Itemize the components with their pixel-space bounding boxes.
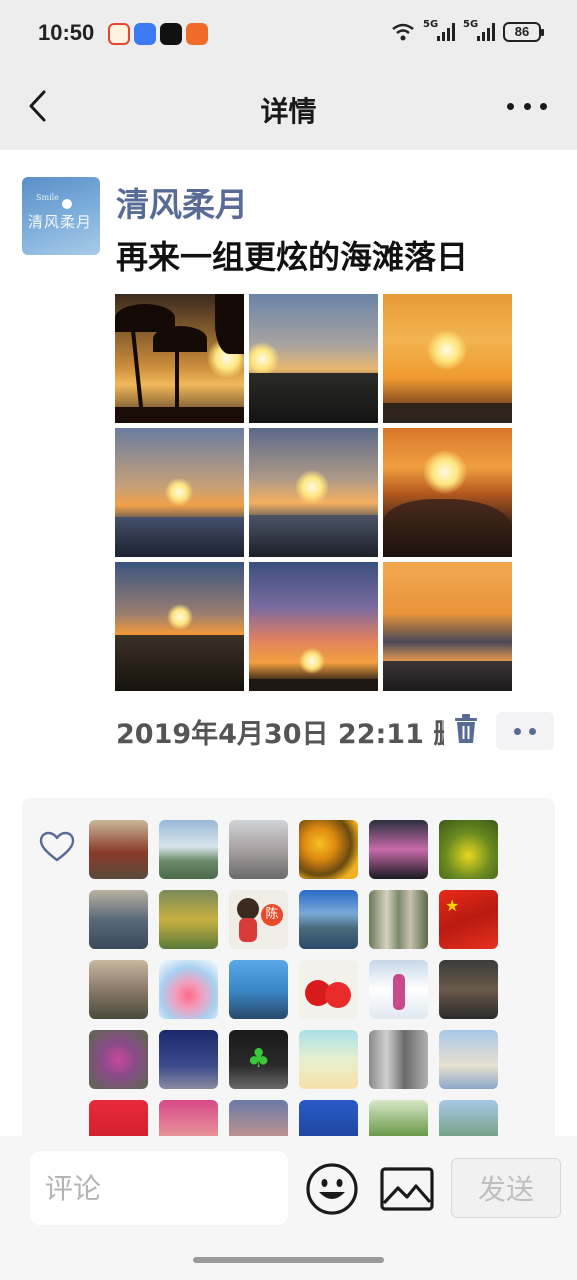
heart-outline-icon (39, 831, 75, 862)
liker-avatar[interactable] (159, 1030, 218, 1089)
liker-avatar[interactable] (369, 890, 428, 949)
app-red-icon (108, 23, 130, 45)
liker-avatar[interactable] (89, 820, 148, 879)
battery-icon: 86 (503, 22, 544, 42)
more-dots-icon[interactable] (507, 94, 547, 118)
liker-avatar[interactable] (89, 890, 148, 949)
liker-avatar[interactable] (299, 1030, 358, 1089)
likes-panel: 陈 ★ ♣ (22, 798, 555, 1148)
signal-icon: 5G (423, 19, 455, 41)
tiktok-icon (160, 23, 182, 45)
photo-4[interactable] (115, 428, 244, 557)
liker-avatar[interactable]: ★ (439, 890, 498, 949)
liker-avatar[interactable] (369, 820, 428, 879)
liker-avatar[interactable] (299, 820, 358, 879)
liker-avatar[interactable] (299, 890, 358, 949)
signal-icon: 5G (463, 19, 495, 41)
liker-avatar[interactable] (299, 960, 358, 1019)
liker-avatar[interactable] (439, 820, 498, 879)
avatar-badge-text: 陈 (261, 904, 283, 926)
liker-avatar[interactable] (439, 1030, 498, 1089)
avatar[interactable]: Smile 清风柔月 (22, 177, 100, 255)
trash-icon[interactable] (452, 713, 480, 745)
photo-7[interactable] (115, 562, 244, 691)
messages-icon (134, 23, 156, 45)
image-icon[interactable] (380, 1166, 434, 1212)
post-text: 再来一组更炫的海滩落日 (116, 238, 469, 276)
network-label: 5G (463, 19, 479, 30)
nav-bar: 详情 (0, 66, 577, 150)
home-indicator[interactable] (193, 1257, 384, 1263)
wifi-icon (392, 23, 414, 41)
liker-avatar[interactable] (159, 890, 218, 949)
liker-avatar[interactable] (89, 960, 148, 1019)
avatar-calligraphy: 清风柔月 (28, 213, 93, 231)
network-label: 5G (423, 19, 439, 30)
photo-2[interactable] (249, 294, 378, 423)
post-more-button[interactable] (496, 712, 554, 750)
liker-avatar[interactable] (159, 820, 218, 879)
status-time: 10:50 (38, 20, 95, 45)
status-bar: 10:50 5G 5G 86 (0, 0, 577, 66)
photo-6[interactable] (383, 428, 512, 557)
photo-8[interactable] (249, 562, 378, 691)
photo-grid (115, 294, 512, 691)
avatar-caption: Smile (36, 193, 59, 202)
emoji-icon[interactable] (305, 1162, 359, 1216)
page-title: 详情 (260, 95, 317, 128)
liker-avatar[interactable] (89, 1030, 148, 1089)
post-timestamp: 2019年4月30日 22:11 删除 (116, 719, 444, 750)
send-button[interactable]: 发送 (451, 1158, 561, 1218)
photo-5[interactable] (249, 428, 378, 557)
comment-input[interactable] (30, 1151, 288, 1225)
liker-avatar[interactable] (229, 820, 288, 879)
comment-bar: 发送 (0, 1136, 577, 1280)
liker-avatar[interactable]: ♣ (229, 1030, 288, 1089)
photo-9[interactable] (383, 562, 512, 691)
liker-avatar[interactable] (369, 960, 428, 1019)
author-name[interactable]: 清风柔月 (116, 178, 248, 226)
app-orange-icon (186, 23, 208, 45)
photo-3[interactable] (383, 294, 512, 423)
liker-avatar[interactable] (229, 960, 288, 1019)
photo-1[interactable] (115, 294, 244, 423)
liker-avatar[interactable] (439, 960, 498, 1019)
liker-avatar[interactable]: 陈 (229, 890, 288, 949)
liker-avatar[interactable] (369, 1030, 428, 1089)
liker-avatar[interactable] (159, 960, 218, 1019)
